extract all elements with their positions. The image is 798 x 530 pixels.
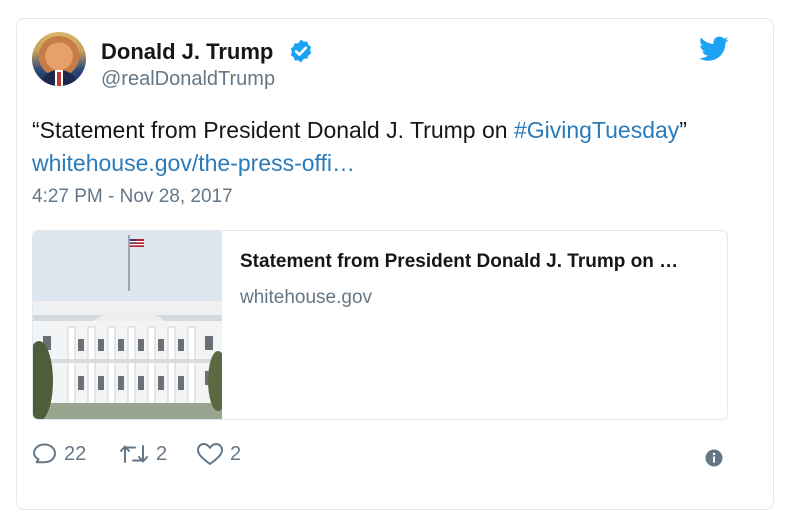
author-name[interactable]: Donald J. Trump	[101, 39, 273, 65]
like-count: 2	[230, 442, 242, 465]
reply-count: 22	[64, 442, 87, 465]
white-house-thumbnail	[33, 231, 222, 419]
avatar[interactable]	[32, 32, 86, 86]
tweet-url-link[interactable]: whitehouse.gov/the-press-offi…	[32, 150, 355, 176]
retweet-icon	[120, 445, 148, 463]
avatar-tie	[57, 72, 61, 86]
tweet-timestamp[interactable]: 4:27 PM - Nov 28, 2017	[32, 186, 233, 208]
tweet-text-prefix: “Statement from President Donald J. Trum…	[32, 117, 514, 143]
hashtag-link[interactable]: #GivingTuesday	[514, 117, 679, 143]
preview-domain: whitehouse.gov	[240, 287, 373, 308]
author-handle[interactable]: @realDonaldTrump	[101, 68, 275, 91]
info-icon[interactable]	[705, 449, 723, 467]
twitter-bird-icon[interactable]	[699, 36, 729, 62]
link-preview-card[interactable]: Statement from President Donald J. Trump…	[32, 230, 728, 420]
tweet-actions: 22 2 2	[32, 442, 732, 472]
verified-badge-icon	[290, 39, 312, 63]
retweet-count: 2	[156, 442, 168, 465]
preview-title[interactable]: Statement from President Donald J. Trump…	[240, 251, 678, 273]
retweet-button[interactable]: 2	[118, 442, 167, 466]
like-button[interactable]: 2	[196, 442, 241, 466]
tweet-text-suffix: ”	[679, 117, 687, 143]
reply-button[interactable]: 22	[32, 442, 86, 466]
reply-icon	[33, 443, 56, 464]
heart-icon	[197, 443, 223, 465]
tweet-text: “Statement from President Donald J. Trum…	[32, 114, 752, 180]
